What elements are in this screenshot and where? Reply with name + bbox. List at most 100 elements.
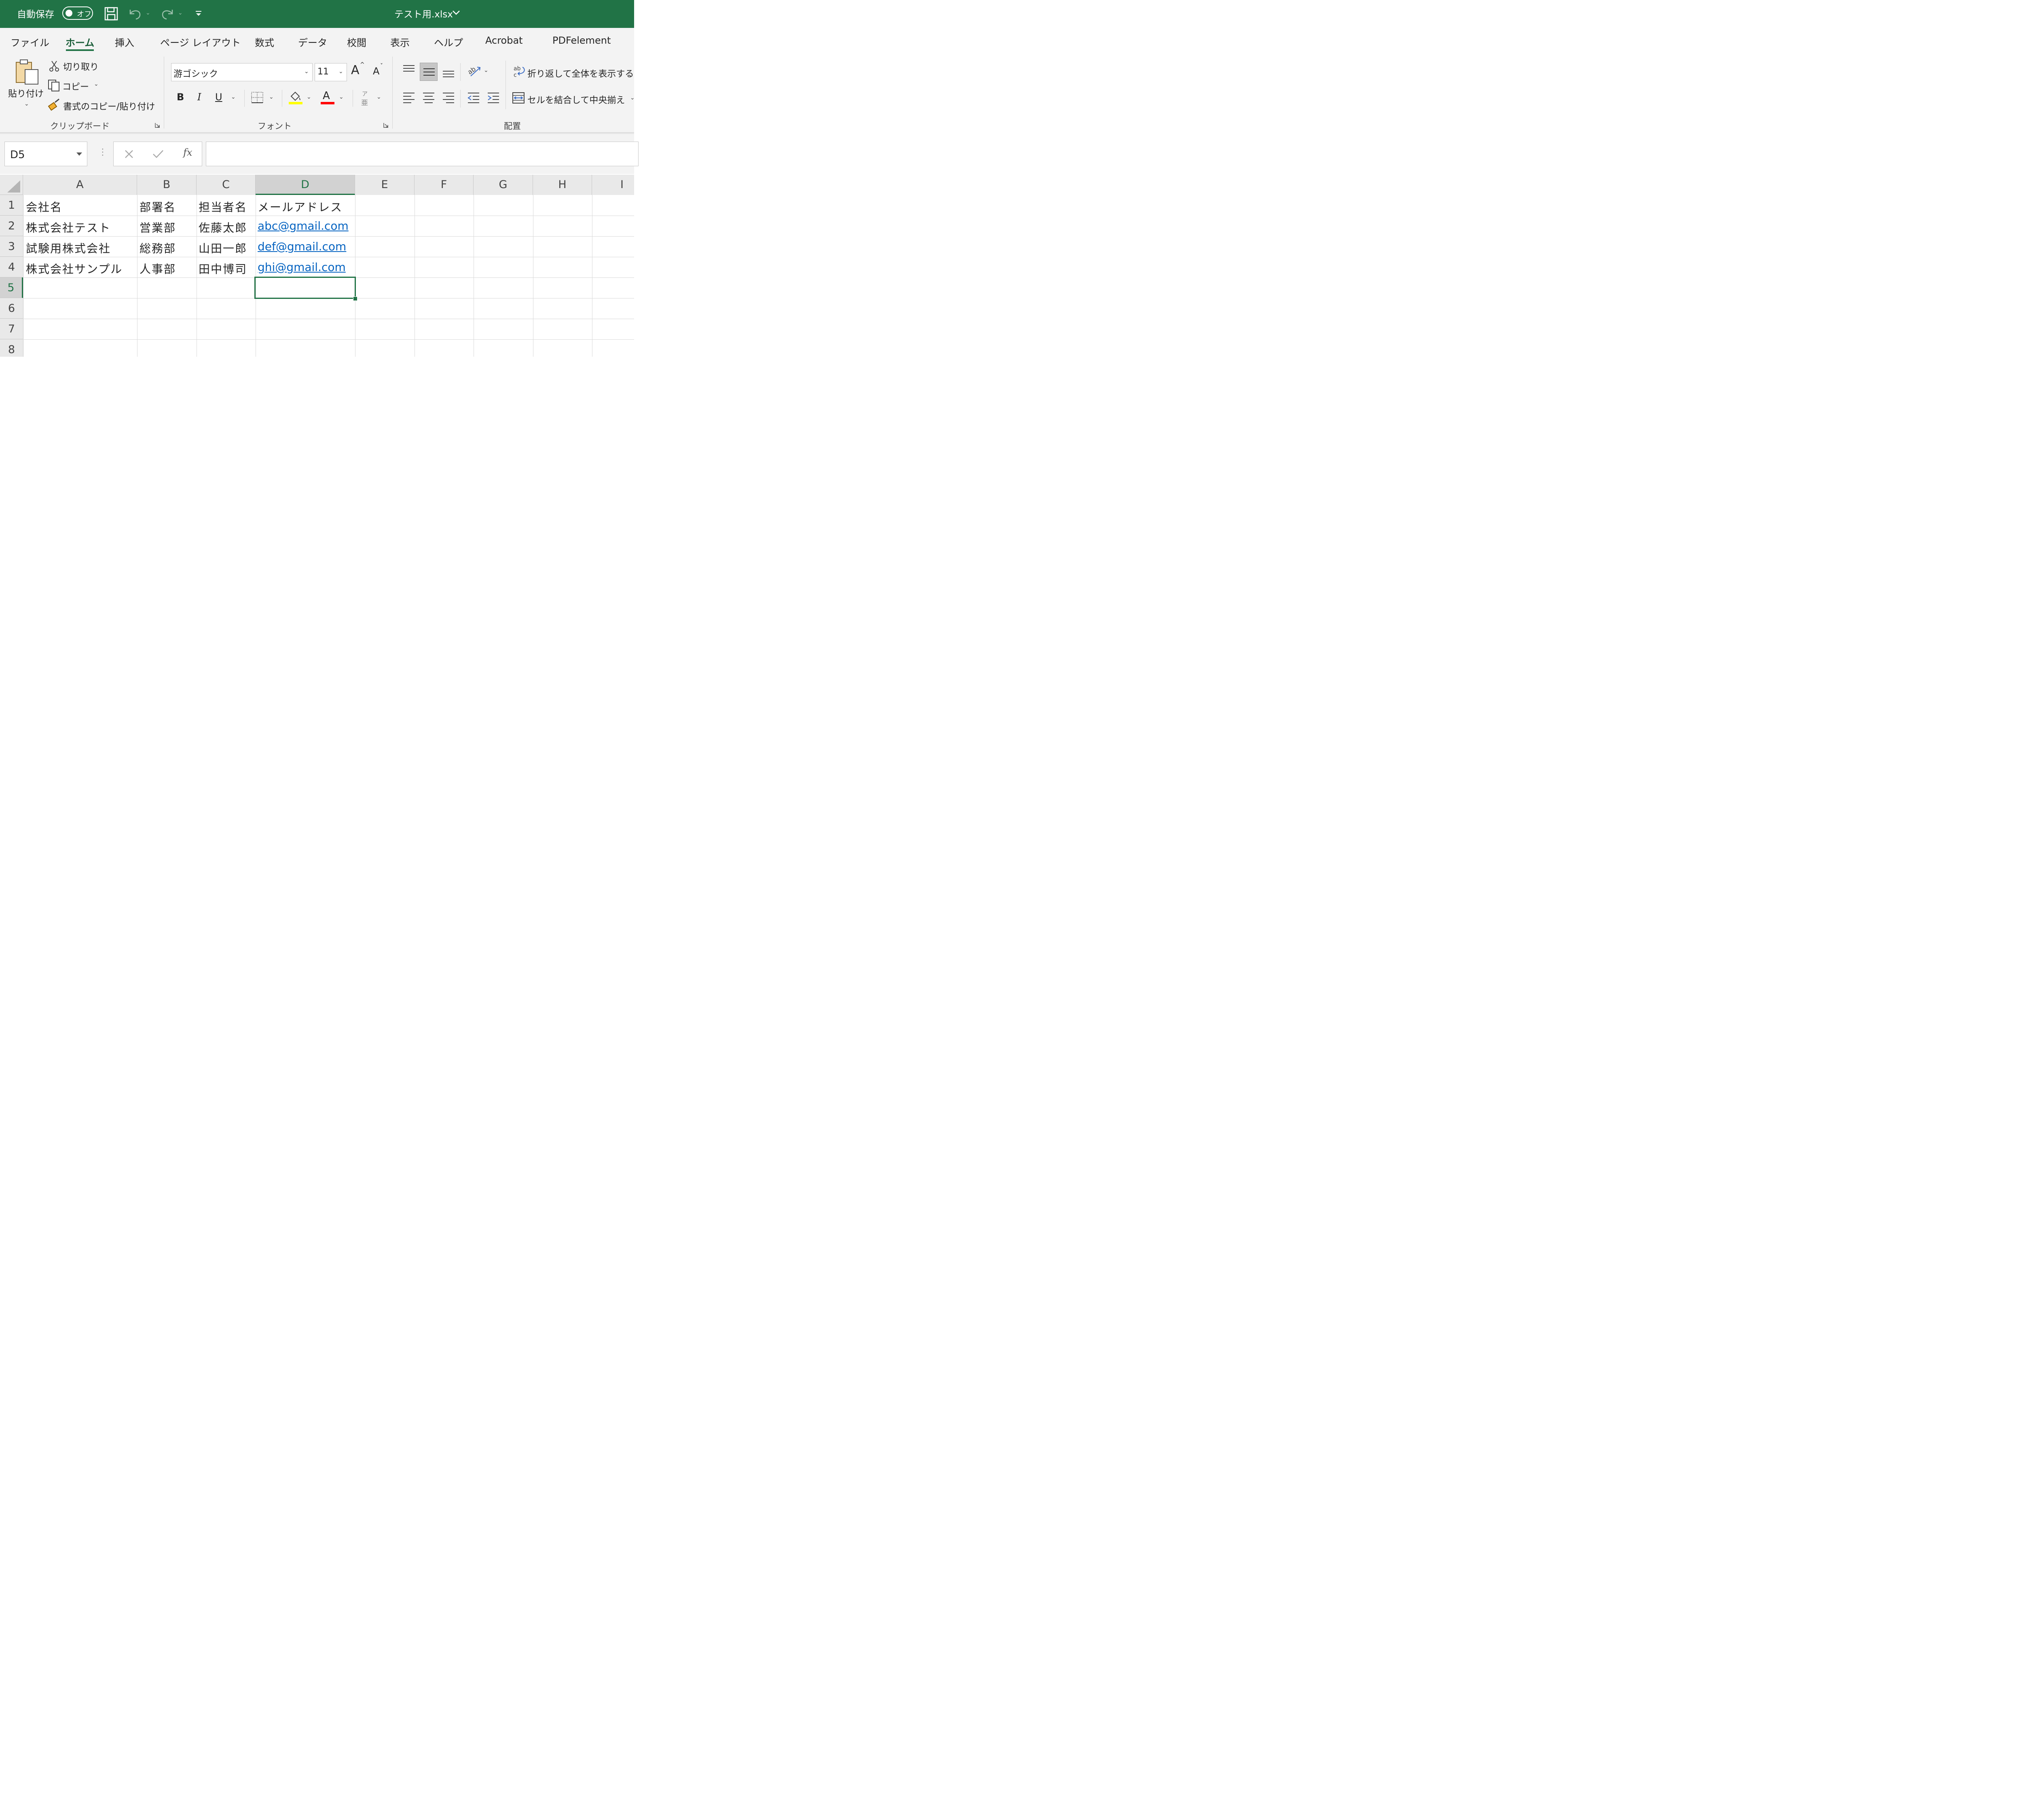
cell-a1[interactable]: 会社名: [26, 199, 62, 215]
scissors-icon[interactable]: [49, 60, 59, 72]
wrap-text-icon[interactable]: ab c: [513, 65, 526, 78]
customize-qat-icon[interactable]: [195, 11, 202, 17]
bottom-align-icon[interactable]: [442, 69, 455, 78]
row-header-7[interactable]: 7: [0, 319, 23, 339]
tab-home[interactable]: ホーム: [66, 35, 94, 49]
column-header-e[interactable]: E: [355, 175, 415, 195]
formula-input[interactable]: [206, 142, 639, 166]
select-all-button[interactable]: [0, 175, 23, 195]
cell-b1[interactable]: 部署名: [140, 199, 176, 215]
font-color-button[interactable]: A: [323, 90, 330, 102]
autosave-toggle[interactable]: オフ: [62, 6, 93, 20]
clipboard-launcher-icon[interactable]: [155, 123, 160, 128]
column-header-f[interactable]: F: [415, 175, 474, 195]
cell-b2[interactable]: 営業部: [140, 219, 176, 235]
copy-icon[interactable]: [48, 79, 61, 91]
enter-icon[interactable]: [152, 149, 164, 159]
borders-dropdown-icon[interactable]: ⌄: [269, 94, 274, 100]
orientation-icon[interactable]: ab: [466, 64, 481, 78]
undo-dropdown-icon[interactable]: ⌄: [146, 10, 150, 16]
column-header-i[interactable]: I: [592, 175, 634, 195]
grow-font-button[interactable]: A: [351, 63, 360, 77]
paste-icon[interactable]: [15, 59, 40, 85]
furigana-dropdown-icon[interactable]: ⌄: [376, 94, 381, 100]
tab-formulas[interactable]: 数式: [255, 35, 274, 49]
orientation-dropdown-icon[interactable]: ⌄: [484, 67, 489, 74]
furigana-top[interactable]: ア: [362, 90, 368, 98]
save-icon[interactable]: [104, 7, 118, 21]
format-painter-icon[interactable]: [48, 98, 61, 111]
undo-icon[interactable]: [128, 7, 142, 20]
chevron-down-icon[interactable]: [452, 10, 460, 16]
font-color-dropdown-icon[interactable]: ⌄: [339, 94, 344, 100]
tab-view[interactable]: 表示: [390, 35, 410, 49]
cell-b3[interactable]: 総務部: [140, 240, 176, 256]
cut-button[interactable]: 切り取り: [63, 60, 99, 73]
row-header-4[interactable]: 4: [0, 257, 23, 277]
merge-center-icon[interactable]: [512, 92, 525, 104]
copy-button[interactable]: コピー: [62, 80, 89, 93]
format-painter-button[interactable]: 書式のコピー/貼り付け: [63, 99, 155, 112]
cell-c2[interactable]: 佐藤太郎: [199, 219, 247, 235]
row-header-1[interactable]: 1: [0, 195, 23, 216]
merge-center-button[interactable]: セルを結合して中央揃え: [527, 93, 625, 106]
tab-pdfelement[interactable]: PDFelement: [552, 35, 611, 46]
cell-c1[interactable]: 担当者名: [199, 199, 247, 215]
paste-dropdown-icon[interactable]: ⌄: [24, 101, 29, 107]
cell-d2-email-link[interactable]: abc@gmail.com: [258, 219, 349, 233]
fill-color-dropdown-icon[interactable]: ⌄: [307, 94, 311, 100]
font-size-dropdown[interactable]: 11 ⌄: [315, 63, 347, 81]
font-launcher-icon[interactable]: [383, 123, 389, 128]
decrease-indent-icon[interactable]: [467, 92, 480, 104]
paste-button[interactable]: 貼り付け: [8, 87, 44, 99]
column-header-b[interactable]: B: [137, 175, 197, 195]
cancel-icon[interactable]: [124, 149, 134, 159]
merge-dropdown-icon[interactable]: ⌄: [630, 95, 635, 101]
column-header-h[interactable]: H: [533, 175, 592, 195]
fill-color-icon[interactable]: [289, 91, 302, 104]
cell-d4-email-link[interactable]: ghi@gmail.com: [258, 260, 346, 274]
increase-indent-icon[interactable]: [487, 92, 500, 104]
middle-align-button[interactable]: [420, 63, 438, 81]
underline-dropdown-icon[interactable]: ⌄: [231, 94, 236, 100]
row-header-5[interactable]: 5: [0, 277, 23, 298]
bold-button[interactable]: B: [177, 91, 184, 103]
name-box[interactable]: D5: [4, 142, 87, 166]
column-header-g[interactable]: G: [474, 175, 533, 195]
underline-button[interactable]: U: [215, 91, 222, 103]
cell-c3[interactable]: 山田一郎: [199, 240, 247, 256]
formula-bar-splitter-icon[interactable]: ⋮: [98, 147, 107, 157]
align-left-icon[interactable]: [402, 92, 415, 104]
row-header-2[interactable]: 2: [0, 216, 23, 236]
italic-button[interactable]: I: [197, 91, 201, 103]
row-header-8[interactable]: 8: [0, 339, 23, 357]
column-header-d[interactable]: D: [256, 175, 355, 195]
cell-d1[interactable]: メールアドレス: [258, 199, 343, 215]
wrap-text-button[interactable]: 折り返して全体を表示する: [527, 67, 634, 80]
chevron-down-icon[interactable]: [76, 152, 82, 156]
row-header-6[interactable]: 6: [0, 298, 23, 319]
tab-insert[interactable]: 挿入: [115, 35, 134, 49]
file-title[interactable]: テスト用.xlsx: [394, 6, 453, 20]
column-header-c[interactable]: C: [197, 175, 256, 195]
font-name-dropdown[interactable]: 游ゴシック ⌄: [171, 63, 313, 81]
cell-c4[interactable]: 田中博司: [199, 260, 247, 277]
cell-a2[interactable]: 株式会社テスト: [26, 219, 111, 235]
borders-icon[interactable]: [251, 91, 264, 104]
cell-a4[interactable]: 株式会社サンプル: [26, 260, 123, 277]
top-align-icon[interactable]: [402, 65, 415, 74]
cell-a3[interactable]: 試験用株式会社: [26, 240, 111, 256]
column-header-a[interactable]: A: [23, 175, 137, 195]
tab-file[interactable]: ファイル: [11, 35, 49, 49]
redo-icon[interactable]: [160, 7, 175, 20]
tab-page-layout[interactable]: ページ レイアウト: [160, 35, 241, 49]
redo-dropdown-icon[interactable]: ⌄: [178, 10, 183, 16]
tab-help[interactable]: ヘルプ: [434, 35, 463, 49]
align-right-icon[interactable]: [442, 92, 455, 104]
furigana-bottom[interactable]: 亜: [361, 97, 368, 107]
active-cell-d5[interactable]: [254, 277, 356, 299]
fill-handle[interactable]: [353, 296, 357, 301]
tab-review[interactable]: 校閲: [347, 35, 366, 49]
cell-d3-email-link[interactable]: def@gmail.com: [258, 240, 346, 253]
align-center-icon[interactable]: [422, 92, 435, 104]
